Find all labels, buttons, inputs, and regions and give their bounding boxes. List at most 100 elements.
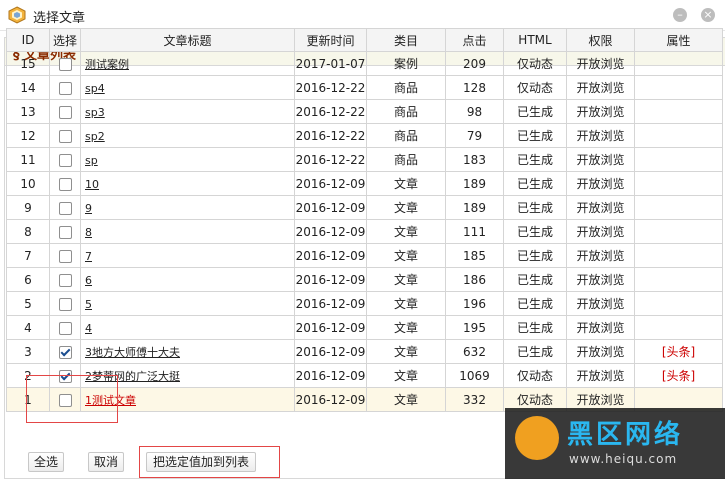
col-header-html: HTML (503, 28, 567, 52)
row-clicks: 111 (445, 219, 504, 244)
row-permission: 开放浏览 (566, 147, 635, 172)
col-header-id: ID (6, 28, 50, 52)
row-select-cell (49, 243, 81, 268)
row-attribute (634, 315, 723, 340)
row-permission: 开放浏览 (566, 363, 635, 388)
close-button[interactable]: × (701, 8, 715, 22)
watermark-url: www.heiqu.com (569, 452, 678, 466)
row-id: 4 (6, 315, 50, 340)
row-title-cell: 10 (80, 171, 295, 196)
row-clicks: 632 (445, 339, 504, 364)
article-title-link[interactable]: 7 (85, 250, 92, 263)
row-clicks: 185 (445, 243, 504, 268)
row-clicks: 209 (445, 51, 504, 76)
row-permission: 开放浏览 (566, 171, 635, 196)
row-date: 2016-12-22 (294, 123, 367, 148)
row-html-status: 仅动态 (503, 75, 567, 100)
row-id: 5 (6, 291, 50, 316)
row-html-status: 已生成 (503, 267, 567, 292)
row-checkbox[interactable] (58, 177, 72, 191)
row-category: 文章 (366, 243, 446, 268)
col-header-title: 文章标题 (80, 28, 295, 52)
row-id: 3 (6, 339, 50, 364)
row-checkbox[interactable] (58, 249, 72, 263)
row-attribute (634, 99, 723, 124)
row-checkbox[interactable] (58, 225, 72, 239)
row-date: 2016-12-22 (294, 147, 367, 172)
row-checkbox[interactable] (58, 321, 72, 335)
row-title-cell: sp3 (80, 99, 295, 124)
table-row: 10 10 2016-12-09 文章 189 已生成 开放浏览 (6, 171, 723, 196)
minimize-button[interactable]: – (673, 8, 687, 22)
row-date: 2016-12-09 (294, 171, 367, 196)
row-checkbox[interactable] (58, 129, 72, 143)
article-title-link[interactable]: 10 (85, 178, 99, 191)
row-title-cell: 5 (80, 291, 295, 316)
row-id: 14 (6, 75, 50, 100)
article-title-link[interactable]: 5 (85, 298, 92, 311)
row-checkbox[interactable] (58, 345, 72, 359)
row-html-status: 已生成 (503, 243, 567, 268)
row-date: 2016-12-09 (294, 243, 367, 268)
row-html-status: 已生成 (503, 123, 567, 148)
cancel-button[interactable]: 取消 (88, 452, 124, 472)
window-titlebar: 选择文章 – × (0, 0, 725, 31)
article-title-link[interactable]: sp4 (85, 82, 105, 95)
article-title-link[interactable]: sp (85, 154, 98, 167)
select-all-button[interactable]: 全选 (28, 452, 64, 472)
col-header-attributes: 属性 (634, 28, 723, 52)
row-select-cell (49, 123, 81, 148)
row-checkbox[interactable] (58, 105, 72, 119)
row-attribute (634, 291, 723, 316)
article-title-link[interactable]: 测试案例 (85, 58, 129, 71)
col-header-category: 类目 (366, 28, 446, 52)
row-html-status: 已生成 (503, 315, 567, 340)
row-select-cell (49, 267, 81, 292)
col-header-updated: 更新时间 (294, 28, 367, 52)
article-title-link[interactable]: sp2 (85, 130, 105, 143)
row-checkbox[interactable] (58, 273, 72, 287)
row-checkbox[interactable] (58, 81, 72, 95)
row-html-status: 已生成 (503, 99, 567, 124)
article-title-link[interactable]: 3地方大师傅十大夫 (85, 346, 180, 359)
row-category: 文章 (366, 387, 446, 412)
row-checkbox[interactable] (58, 57, 72, 71)
row-html-status: 已生成 (503, 147, 567, 172)
table-row: 13 sp3 2016-12-22 商品 98 已生成 开放浏览 (6, 99, 723, 124)
row-date: 2016-12-09 (294, 387, 367, 412)
row-clicks: 186 (445, 267, 504, 292)
row-attribute (634, 147, 723, 172)
article-title-link[interactable]: sp3 (85, 106, 105, 119)
article-title-link[interactable]: 9 (85, 202, 92, 215)
article-table: ID 选择 文章标题 更新时间 类目 点击 HTML 权限 属性 15 测试案例 2… (6, 28, 723, 412)
row-title-cell: 6 (80, 267, 295, 292)
row-id: 11 (6, 147, 50, 172)
col-header-select: 选择 (49, 28, 81, 52)
row-checkbox[interactable] (58, 201, 72, 215)
row-id: 7 (6, 243, 50, 268)
row-checkbox[interactable] (58, 297, 72, 311)
watermark: 黑区网络 www.heiqu.com (505, 408, 725, 479)
row-date: 2016-12-22 (294, 75, 367, 100)
row-date: 2016-12-09 (294, 339, 367, 364)
row-category: 商品 (366, 99, 446, 124)
row-permission: 开放浏览 (566, 339, 635, 364)
row-checkbox[interactable] (58, 153, 72, 167)
row-clicks: 196 (445, 291, 504, 316)
add-button-highlight-box (139, 446, 280, 478)
row-category: 文章 (366, 315, 446, 340)
article-title-link[interactable]: 8 (85, 226, 92, 239)
row-select-cell (49, 51, 81, 76)
row-clicks: 183 (445, 147, 504, 172)
row-permission: 开放浏览 (566, 75, 635, 100)
row-date: 2016-12-09 (294, 219, 367, 244)
row-select-cell (49, 147, 81, 172)
row-category: 商品 (366, 75, 446, 100)
row-category: 商品 (366, 147, 446, 172)
row-select-cell (49, 75, 81, 100)
article-title-link[interactable]: 6 (85, 274, 92, 287)
row-category: 文章 (366, 267, 446, 292)
row-date: 2017-01-07 (294, 51, 367, 76)
table-row: 4 4 2016-12-09 文章 195 已生成 开放浏览 (6, 315, 723, 340)
article-title-link[interactable]: 4 (85, 322, 92, 335)
